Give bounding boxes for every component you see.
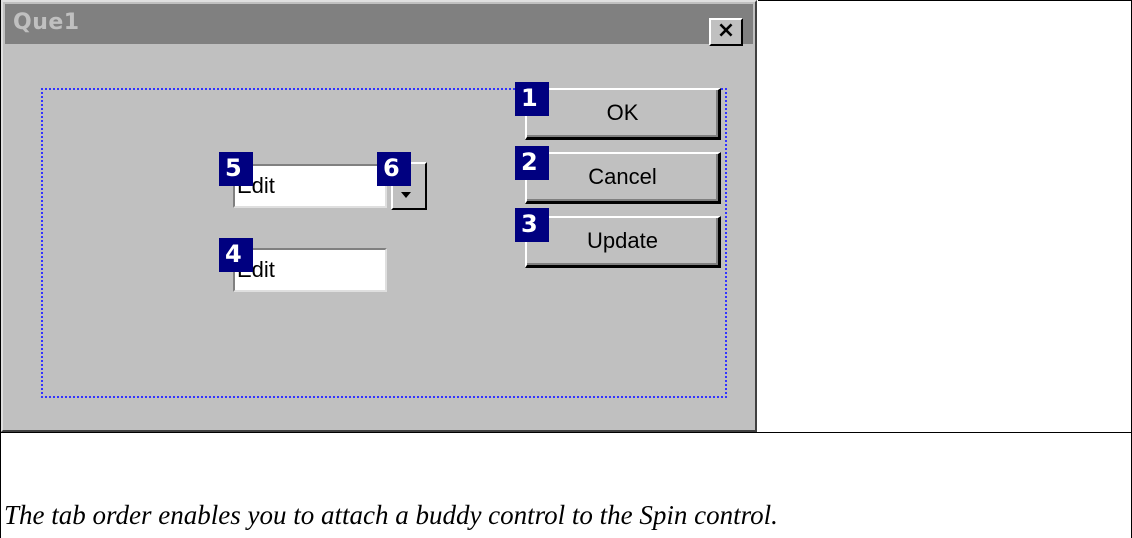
tab-order-badge-ok: 1	[515, 82, 549, 116]
tab-order-badge-edit: 4	[219, 238, 253, 272]
tab-order-badge-cancel: 2	[515, 146, 549, 180]
update-button[interactable]: Update	[525, 216, 721, 268]
chevron-down-icon	[401, 192, 411, 198]
edit-field[interactable]: Edit	[233, 248, 387, 292]
dialog-title: Que1	[13, 10, 80, 35]
close-icon: ×	[716, 18, 736, 43]
tab-order-badge-buddy-edit: 5	[219, 152, 253, 186]
edit-field-buddy[interactable]: Edit	[233, 164, 387, 208]
top-rule	[758, 0, 1132, 1]
dialog-window: Que1 × OK Cancel Update Edit Edit 1 2 3 …	[1, 0, 757, 432]
close-button[interactable]: ×	[709, 18, 743, 46]
separator-rule	[0, 432, 1132, 433]
figure-caption: The tab order enables you to attach a bu…	[4, 500, 778, 530]
cancel-button[interactable]: Cancel	[525, 152, 721, 204]
ok-button[interactable]: OK	[525, 88, 721, 140]
tab-order-badge-update: 3	[515, 208, 549, 242]
title-bar[interactable]: Que1 ×	[5, 4, 753, 46]
tab-order-badge-spin: 6	[377, 152, 411, 186]
